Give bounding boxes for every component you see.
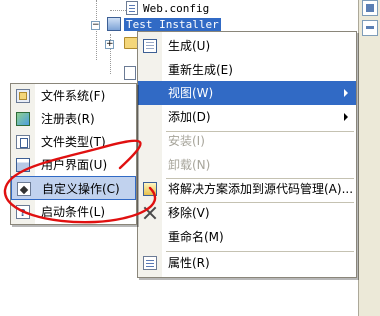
custom-actions-icon	[17, 182, 31, 196]
tree-node-web-config[interactable]: Web.config	[126, 1, 211, 17]
tree-guide-line	[96, 0, 97, 60]
menu-item-uninstall[interactable]: 卸载(N)	[138, 153, 356, 177]
menu-item-install[interactable]: 安装(I)	[138, 129, 356, 153]
submenu-item-file-types[interactable]: 文件类型(T)	[11, 130, 136, 154]
toolbox-button[interactable]	[362, 20, 378, 36]
collapse-expander[interactable]: −	[91, 21, 100, 30]
menu-item-remove[interactable]: 移除(V)	[138, 201, 356, 225]
submenu-arrow-icon	[344, 89, 348, 97]
menu-item-add[interactable]: 添加(D)	[138, 105, 356, 129]
expand-expander[interactable]: +	[105, 40, 114, 49]
solution-icon	[143, 182, 157, 196]
properties-icon	[366, 4, 374, 12]
properties-window-button[interactable]	[362, 0, 378, 16]
menu-item-add-to-source-control[interactable]: 将解决方案添加到源代码管理(A)...	[138, 177, 356, 201]
menu-item-build[interactable]: 生成(U)	[138, 34, 356, 58]
submenu-item-custom-actions[interactable]: 自定义操作(C)	[11, 176, 136, 200]
file-types-icon	[16, 135, 30, 149]
tree-guide-line	[110, 10, 126, 11]
launch-conditions-icon	[16, 202, 30, 226]
build-grid-icon	[143, 39, 157, 53]
submenu-item-file-system[interactable]: 文件系统(F)	[11, 84, 136, 108]
toolbox-icon	[366, 26, 374, 29]
submenu-item-user-interface[interactable]: 用户界面(U)	[11, 153, 136, 177]
submenu-arrow-icon	[344, 113, 348, 121]
view-submenu: 文件系统(F) 注册表(R) 文件类型(T) 用户界面(U) 自定义操作(C) …	[10, 83, 137, 226]
setup-project-icon	[107, 17, 121, 31]
submenu-item-launch-conditions[interactable]: 启动条件(L)	[11, 200, 136, 226]
menu-item-properties[interactable]: 属性(R)	[138, 251, 356, 275]
file-system-icon	[16, 89, 30, 103]
submenu-item-registry[interactable]: 注册表(R)	[11, 107, 136, 131]
registry-icon	[16, 112, 30, 126]
user-interface-icon	[16, 158, 30, 172]
menu-item-rebuild[interactable]: 重新生成(E)	[138, 58, 356, 82]
close-x-icon	[143, 206, 157, 220]
right-tool-strip	[358, 0, 380, 316]
menu-item-rename[interactable]: 重命名(M)	[138, 225, 356, 249]
file-icon	[124, 66, 136, 80]
project-context-menu: 生成(U) 重新生成(E) 视图(W) 添加(D) 安装(I) 卸载(N) 将解…	[137, 31, 357, 278]
menu-item-view[interactable]: 视图(W)	[138, 81, 356, 105]
properties-icon	[143, 256, 157, 270]
config-file-icon	[126, 1, 138, 15]
